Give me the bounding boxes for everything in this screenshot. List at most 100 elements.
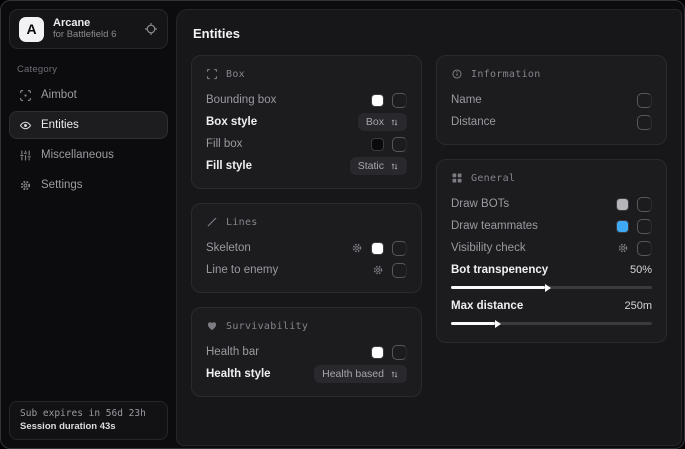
category-label: Category [17,64,168,75]
setting-label: Distance [451,116,496,128]
checkbox[interactable] [392,93,407,108]
fill-style-select[interactable]: Static [350,157,407,175]
gear-icon[interactable] [351,242,363,254]
right-column: Information Name Distance [436,55,667,397]
sidebar-item-settings[interactable]: Settings [9,171,168,199]
slider-value: 50% [630,264,652,276]
gear-icon[interactable] [372,264,384,276]
section-title: Box [226,69,245,80]
lines-section: Lines Skeleton [191,203,422,293]
color-swatch[interactable] [616,220,629,233]
updown-icon [390,370,399,379]
setting-label: Box style [206,116,257,128]
setting-row-name: Name [451,89,652,111]
section-title: Survivability [226,321,308,332]
information-section: Information Name Distance [436,55,667,145]
health-style-select[interactable]: Health based [314,365,407,383]
section-title: General [471,173,515,184]
subscription-info: Sub expires in 56d 23h Session duration … [9,401,168,440]
checkbox[interactable] [637,197,652,212]
sidebar-item-entities[interactable]: Entities [9,111,168,139]
checkbox[interactable] [392,345,407,360]
color-swatch[interactable] [371,346,384,359]
page-title: Entities [193,26,667,41]
lines-icon [206,216,218,228]
session-duration-text: Session duration 43s [20,421,157,432]
general-section-header: General [451,172,652,184]
sub-expiry-text: Sub expires in 56d 23h [20,408,157,419]
survivability-icon [206,320,218,332]
checkbox[interactable] [637,115,652,130]
setting-row-fill-box: Fill box [206,133,407,155]
sidebar-item-label: Entities [41,119,79,131]
app-window: A Arcane for Battlefield 6 Category [0,0,685,449]
color-swatch[interactable] [371,242,384,255]
arcane-logo: A [19,17,44,42]
gear-icon[interactable] [617,242,629,254]
setting-label: Skeleton [206,242,251,254]
setting-label: Line to enemy [206,264,278,276]
setting-row-draw-teammates: Draw teammates [451,215,652,237]
sidebar-item-miscellaneous[interactable]: Miscellaneous [9,141,168,169]
setting-label: Visibility check [451,242,526,254]
information-section-header: Information [451,68,652,80]
slider-fill [451,286,545,289]
sidebar-nav: Aimbot Entities Miscella [9,81,168,199]
setting-label: Bot transpenency [451,264,548,276]
setting-label: Draw BOTs [451,198,509,210]
checkbox[interactable] [637,93,652,108]
setting-row-box-style: Box style Box [206,111,407,133]
setting-row-visibility-check: Visibility check [451,237,652,259]
sidebar-item-label: Miscellaneous [41,149,114,161]
section-title: Lines [226,217,258,228]
setting-row-line-to-enemy: Line to enemy [206,259,407,281]
sidebar-item-label: Aimbot [41,89,77,101]
main-panel: Entities Box Bounding box [176,9,682,446]
select-value: Box [366,116,384,128]
setting-row-skeleton: Skeleton [206,237,407,259]
information-icon [451,68,463,80]
select-value: Static [358,160,384,172]
setting-row-health-bar: Health bar [206,341,407,363]
lines-section-header: Lines [206,216,407,228]
general-section: General Draw BOTs Draw teammates [436,159,667,343]
color-swatch[interactable] [616,198,629,211]
setting-label: Bounding box [206,94,276,106]
section-title: Information [471,69,541,80]
checkbox[interactable] [637,219,652,234]
bot-transparency-slider[interactable] [451,286,652,289]
setting-label: Fill box [206,138,242,150]
brand-subtitle: for Battlefield 6 [53,30,135,41]
slider-value: 250m [624,300,652,312]
box-style-select[interactable]: Box [358,113,407,131]
crosshair-icon[interactable] [144,22,158,36]
sidebar-item-label: Settings [41,179,83,191]
box-section: Box Bounding box Box style Box [191,55,422,189]
checkbox[interactable] [637,241,652,256]
slider-fill [451,322,495,325]
setting-label: Max distance [451,300,523,312]
max-distance-slider[interactable] [451,322,652,325]
setting-label: Name [451,94,482,106]
setting-label: Health bar [206,346,259,358]
brand-text: Arcane for Battlefield 6 [53,17,135,41]
survivability-section: Survivability Health bar Health style He… [191,307,422,397]
sliders-icon [19,149,32,162]
checkbox[interactable] [392,263,407,278]
left-column: Box Bounding box Box style Box [191,55,422,397]
sidebar-item-aimbot[interactable]: Aimbot [9,81,168,109]
checkbox[interactable] [392,137,407,152]
general-icon [451,172,463,184]
setting-row-draw-bots: Draw BOTs [451,193,652,215]
updown-icon [390,162,399,171]
brand-title: Arcane [53,17,135,30]
sidebar: A Arcane for Battlefield 6 Category [1,1,176,448]
box-corners-icon [206,68,218,80]
color-swatch[interactable] [371,94,384,107]
setting-row-bounding-box: Bounding box [206,89,407,111]
select-value: Health based [322,368,384,380]
updown-icon [390,118,399,127]
color-swatch[interactable] [371,138,384,151]
setting-label: Draw teammates [451,220,538,232]
checkbox[interactable] [392,241,407,256]
